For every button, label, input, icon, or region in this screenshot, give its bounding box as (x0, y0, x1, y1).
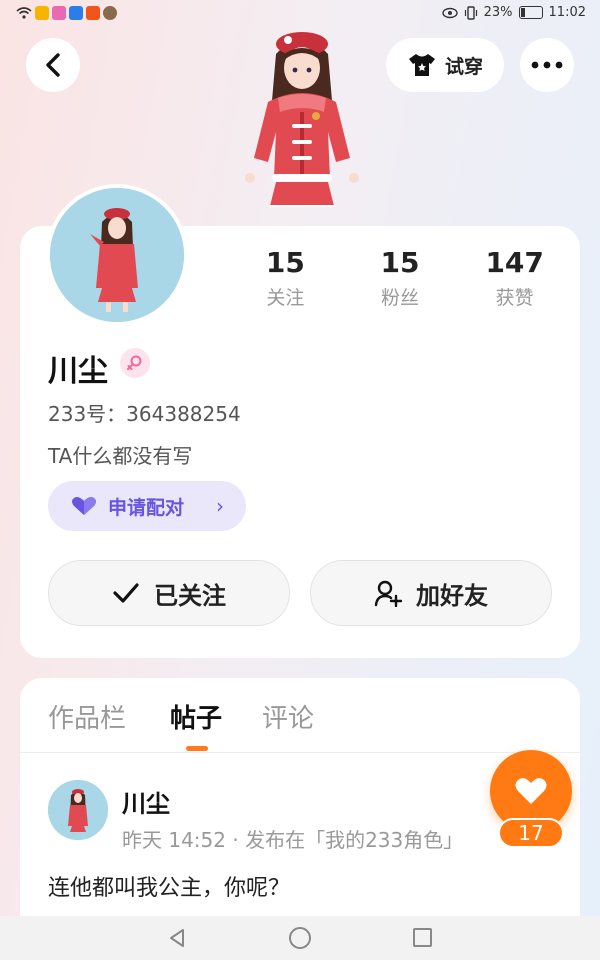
followed-button[interactable]: 已关注 (48, 560, 290, 626)
chevron-left-icon (46, 53, 60, 77)
tab-works[interactable]: 作品栏 (48, 698, 126, 735)
user-id: 233号：364388254 (48, 402, 241, 426)
chevron-right-icon: › (216, 494, 224, 518)
post-text[interactable]: 连他都叫我公主，你呢？ (48, 870, 290, 902)
try-on-button[interactable]: 试穿 (386, 38, 504, 92)
followed-label: 已关注 (154, 581, 226, 610)
tab-comments[interactable]: 评论 (262, 698, 314, 735)
character-avatar-figure[interactable] (238, 28, 366, 214)
user-bio: TA什么都没有写 (48, 444, 193, 468)
tshirt-icon (408, 54, 435, 76)
battery-percent: 23% (483, 5, 513, 20)
notification-icons (16, 6, 117, 20)
app-notification-icon (52, 6, 66, 20)
match-request-button[interactable]: 申请配对 › (48, 481, 246, 531)
status-bar: 23% 11:02 (0, 0, 600, 30)
checkmark-icon (113, 583, 139, 603)
system-nav-bar (0, 916, 600, 960)
avatar-character-image (48, 780, 108, 840)
app-notification-icon (103, 6, 117, 20)
post-meta: 昨天 14:52 · 发布在「我的233角色」 (122, 828, 464, 852)
tabs-divider (20, 752, 580, 753)
wifi-icon (16, 7, 32, 19)
like-count-badge: 17 (498, 818, 564, 848)
post-author-name[interactable]: 川尘 (122, 784, 170, 819)
more-button[interactable] (520, 38, 574, 92)
system-icons: 23% 11:02 (441, 5, 586, 20)
more-dots-icon (531, 61, 563, 69)
female-gender-icon (120, 348, 150, 378)
stat-following-label: 关注 (266, 287, 305, 309)
nav-back-icon[interactable] (168, 928, 186, 948)
match-request-label: 申请配对 (108, 496, 185, 519)
stat-followers[interactable]: 15 粉丝 (343, 246, 458, 310)
add-friend-label: 加好友 (416, 581, 488, 610)
heart-icon (515, 778, 547, 804)
try-on-label: 试穿 (444, 55, 483, 78)
clock: 11:02 (548, 5, 586, 20)
add-user-icon (374, 580, 402, 607)
user-name: 川尘 (48, 354, 108, 389)
stat-following-count: 15 (265, 246, 305, 279)
app-notification-icon (35, 6, 49, 20)
nav-home-icon[interactable] (289, 927, 311, 949)
avatar-character-image (50, 188, 184, 322)
heart-pair-icon (72, 497, 96, 515)
stat-likes[interactable]: 147 获赞 (457, 246, 572, 310)
stat-following[interactable]: 15 关注 (228, 246, 343, 310)
app-notification-icon (86, 6, 100, 20)
stat-followers-label: 粉丝 (381, 287, 420, 309)
profile-avatar[interactable] (46, 184, 188, 326)
post-author-avatar[interactable] (48, 780, 108, 840)
profile-stats: 15 关注 15 粉丝 147 获赞 (228, 246, 572, 310)
vibrate-icon (464, 5, 477, 20)
add-friend-button[interactable]: 加好友 (310, 560, 552, 626)
stat-followers-count: 15 (380, 246, 420, 279)
tab-posts[interactable]: 帖子 (170, 698, 222, 735)
active-tab-indicator (186, 746, 208, 751)
eye-icon (441, 7, 458, 18)
back-button[interactable] (26, 38, 80, 92)
nav-recent-apps-icon[interactable] (413, 928, 432, 947)
app-notification-icon (69, 6, 83, 20)
stat-likes-count: 147 (485, 246, 544, 279)
stat-likes-label: 获赞 (495, 287, 534, 309)
battery-icon (518, 6, 543, 19)
